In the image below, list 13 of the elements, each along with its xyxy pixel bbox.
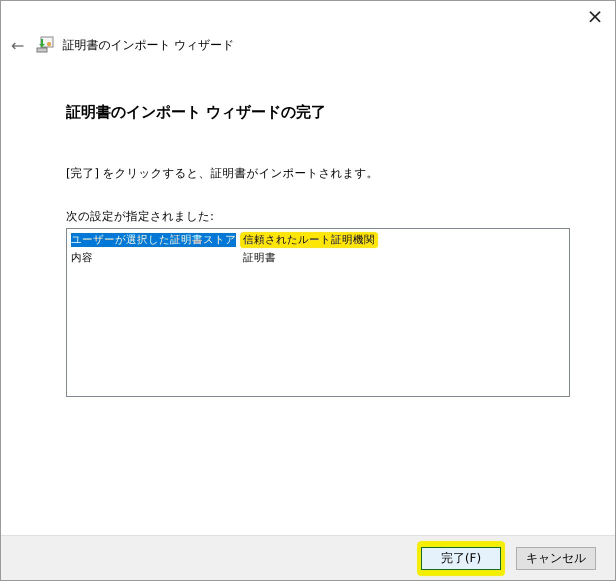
setting-name[interactable]: 内容 <box>71 251 236 265</box>
certificate-icon <box>36 36 54 54</box>
window-title: 証明書のインポート ウィザード <box>62 36 234 54</box>
instruction-text: [完了] をクリックすると、証明書がインポートされます。 <box>66 166 380 181</box>
page-heading: 証明書のインポート ウィザードの完了 <box>66 103 328 122</box>
finish-button[interactable]: 完了(F) <box>421 546 501 570</box>
close-button[interactable]: × <box>575 1 615 31</box>
cancel-button[interactable]: キャンセル <box>516 546 596 570</box>
setting-name[interactable]: ユーザーが選択した証明書ストア <box>71 233 236 247</box>
back-button[interactable]: ← <box>7 36 28 54</box>
setting-value[interactable]: 信頼されたルート証明機関 <box>240 232 378 248</box>
settings-label: 次の設定が指定されました: <box>66 209 215 224</box>
setting-value[interactable]: 証明書 <box>240 250 279 266</box>
